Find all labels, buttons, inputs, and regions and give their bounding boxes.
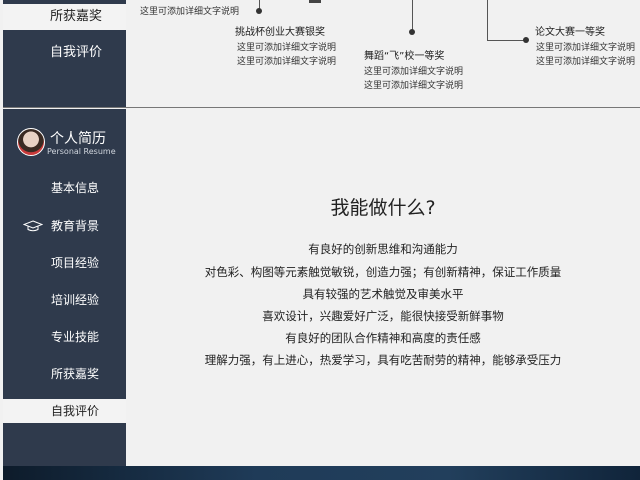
timeline-desc: 这里可添加详细文字说明 [536,57,636,67]
self-eval-line: 具有较强的艺术触觉及审美水平 [302,287,464,301]
sidebar-item-training[interactable]: 培训经验 [0,288,126,312]
sidebar-item-skills[interactable]: 专业技能 [0,325,126,349]
next-slide-strip [0,466,640,480]
timeline-desc: 这里可添加详细文字说明 [237,43,337,53]
sidebar-item-label: 项目经验 [51,256,100,270]
award-timeline: 这里可添加详细文字说明 挑战杯创业大赛银奖 这里可添加详细文字说明 这里可添加详… [126,0,640,108]
avatar [17,128,45,156]
timeline-title: 挑战杯创业大赛银奖 [235,27,325,38]
timeline-desc: 这里可添加详细文字说明 [364,67,464,77]
slide-viewer: 所获嘉奖 自我评价 这里可添加详细文字说明 挑战杯创业大赛银奖 这里可添加详细文… [0,0,640,480]
timeline-desc: 这里可添加详细文字说明 [364,81,464,91]
sidebar-item-education[interactable]: 教育背景 [0,214,126,238]
sidebar: 个人简历 Personal Resume 基本信息 教育背景 项目经验 培训经验 [0,109,126,466]
timeline-desc: 这里可添加详细文字说明 [140,7,240,17]
timeline-title: 舞蹈“飞”校一等奖 [364,51,445,62]
profile-header: 个人简历 Personal Resume [0,127,126,161]
sidebar-item-self-evaluation[interactable]: 自我评价 [0,399,126,423]
self-eval-line: 有良好的团队合作精神和高度的责任感 [285,331,481,345]
top-sidebar: 所获嘉奖 自我评价 [0,0,126,108]
timeline-desc: 这里可添加详细文字说明 [536,43,636,53]
sidebar-item-label: 专业技能 [51,330,100,344]
sidebar-item-awards[interactable]: 所获嘉奖 [0,362,126,386]
timeline-connector [487,40,525,41]
timeline-connector [412,0,413,32]
slide-divider [0,107,640,108]
main-content: 我能做什么? 有良好的创新思维和沟通能力 对色彩、构图等元素触觉敏锐，创造力强；… [126,109,640,466]
timeline-connector [309,0,321,3]
self-eval-line: 理解力强，有上进心，热爱学习，具有吃苦耐劳的精神，能够承受压力 [204,353,562,367]
sidebar-item-basic-info[interactable]: 基本信息 [0,176,126,200]
previous-slide: 所获嘉奖 自我评价 这里可添加详细文字说明 挑战杯创业大赛银奖 这里可添加详细文… [0,0,640,108]
sidebar-item-label: 基本信息 [51,181,100,195]
sidebar-item-projects[interactable]: 项目经验 [0,251,126,275]
graduation-cap-icon [23,220,43,232]
self-eval-line: 喜欢设计，兴趣爱好广泛，能很快接受新鲜事物 [262,309,504,323]
sidebar-item-label: 培训经验 [51,293,100,307]
timeline-connector [487,0,488,40]
profile-title: 个人简历 [50,131,106,147]
timeline-dot [409,29,415,35]
viewer-edge [0,0,3,480]
sidebar-item-label: 教育背景 [51,219,100,233]
sidebar-item-label: 自我评价 [51,404,100,418]
self-eval-line: 对色彩、构图等元素触觉敏锐，创造力强；有创新精神，保证工作质量 [204,265,562,279]
page-title: 我能做什么? [330,197,436,219]
timeline-dot [256,8,262,14]
current-slide: 个人简历 Personal Resume 基本信息 教育背景 项目经验 培训经验 [0,109,640,466]
top-nav-item[interactable]: 自我评价 [0,40,126,66]
timeline-desc: 这里可添加详细文字说明 [237,57,337,67]
timeline-title: 论文大赛一等奖 [535,27,605,38]
top-nav-active-item[interactable]: 所获嘉奖 [0,4,126,30]
profile-subtitle: Personal Resume [47,147,116,156]
self-eval-line: 有良好的创新思维和沟通能力 [308,242,458,256]
sidebar-item-label: 所获嘉奖 [51,367,100,381]
timeline-dot [523,37,529,43]
